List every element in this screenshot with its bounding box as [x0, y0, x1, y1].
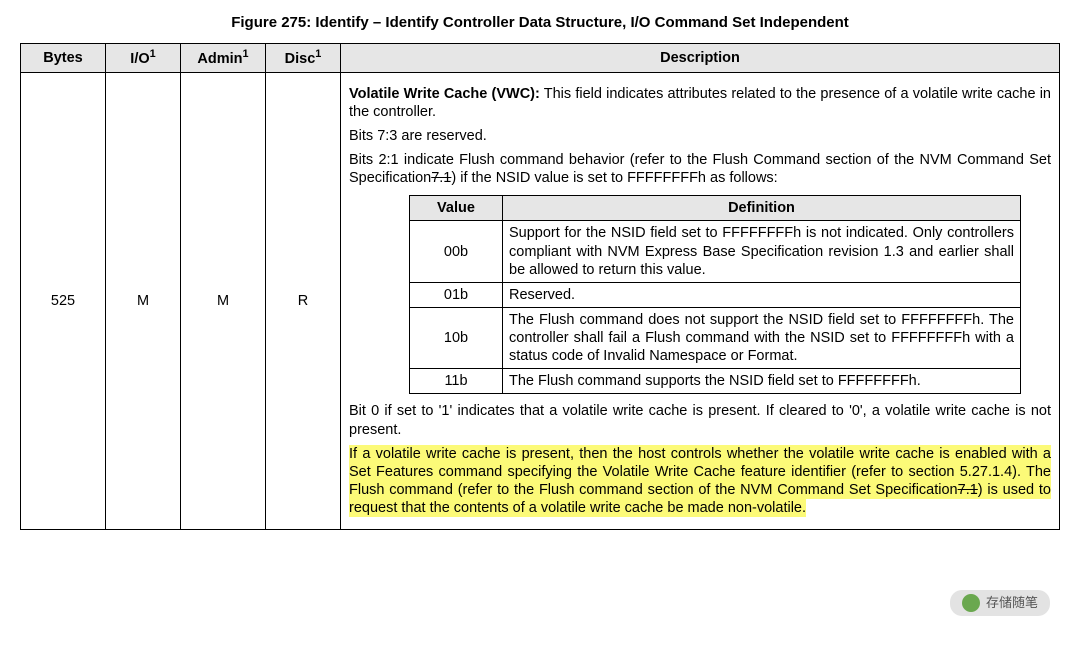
inner-row: 01b Reserved.	[410, 282, 1021, 307]
watermark-text: 存储随笔	[986, 595, 1038, 611]
watermark: 存储随笔	[950, 590, 1050, 616]
inner-row: 10b The Flush command does not support t…	[410, 307, 1021, 368]
figure-title: Figure 275: Identify – Identify Controll…	[20, 14, 1060, 33]
inner-table-wrap: Value Definition 00b Support for the NSI…	[409, 195, 1021, 394]
col-bytes: Bytes	[21, 43, 106, 72]
admin-cell: M	[181, 72, 266, 530]
col-desc: Description	[341, 43, 1060, 72]
para-vwc: Volatile Write Cache (VWC): This field i…	[349, 85, 1051, 121]
description-cell: Volatile Write Cache (VWC): This field i…	[341, 72, 1060, 530]
inner-table: Value Definition 00b Support for the NSI…	[409, 195, 1021, 394]
col-admin: Admin1	[181, 43, 266, 72]
col-disc: Disc1	[266, 43, 341, 72]
inner-row: 11b The Flush command supports the NSID …	[410, 369, 1021, 394]
disc-cell: R	[266, 72, 341, 530]
para-bit0: Bit 0 if set to '1' indicates that a vol…	[349, 402, 1051, 438]
col-io: I/O1	[106, 43, 181, 72]
para-highlight: If a volatile write cache is present, th…	[349, 445, 1051, 518]
inner-header-row: Value Definition	[410, 196, 1021, 221]
header-row: Bytes I/O1 Admin1 Disc1 Description	[21, 43, 1060, 72]
table-row: 525 M M R Volatile Write Cache (VWC): Th…	[21, 72, 1060, 530]
outer-table: Bytes I/O1 Admin1 Disc1 Description 525 …	[20, 43, 1060, 530]
io-cell: M	[106, 72, 181, 530]
bytes-cell: 525	[21, 72, 106, 530]
inner-row: 00b Support for the NSID field set to FF…	[410, 221, 1021, 282]
inner-col-value: Value	[410, 196, 503, 221]
para-bits21: Bits 2:1 indicate Flush command behavior…	[349, 151, 1051, 187]
inner-col-def: Definition	[503, 196, 1021, 221]
watermark-icon	[962, 594, 980, 612]
para-reserved: Bits 7:3 are reserved.	[349, 127, 1051, 145]
